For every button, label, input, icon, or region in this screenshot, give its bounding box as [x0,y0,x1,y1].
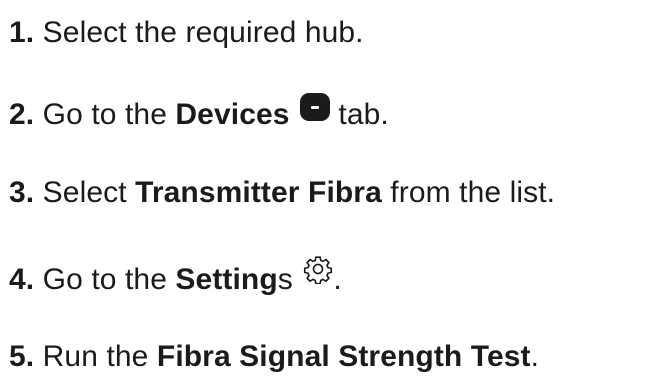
step-text: Go to the [42,263,176,296]
step-3: 3. Select Transmitter Fibra from the lis… [9,173,555,213]
step-text: . [333,263,342,296]
gear-icon [304,256,333,284]
step-text: Select [42,176,136,209]
devices-icon [299,93,330,121]
step-text: s [277,263,293,296]
step-text: Run the [42,340,157,373]
devices-tab-label: Devices [175,98,290,131]
step-number: 2. [9,98,35,131]
step-text: tab. [329,98,389,131]
step-text: Go to the [42,98,176,131]
step-text: Select the required hub. [42,16,364,49]
step-4: 4. Go to the Settings . [9,254,342,300]
step-text: from the list. [381,176,556,209]
step-text: . [530,340,540,373]
step-number: 4. [9,263,35,296]
step-2: 2. Go to the Devices tab. [9,93,389,135]
settings-label: Setting [175,263,278,296]
test-name: Fibra Signal Strength Test [156,340,531,373]
step-number: 1. [9,16,35,49]
step-number: 3. [9,176,35,209]
device-name: Transmitter Fibra [135,176,382,209]
step-5: 5. Run the Fibra Signal Strength Test. [9,337,539,377]
step-1: 1. Select the required hub. [9,13,364,53]
step-number: 5. [9,340,35,373]
